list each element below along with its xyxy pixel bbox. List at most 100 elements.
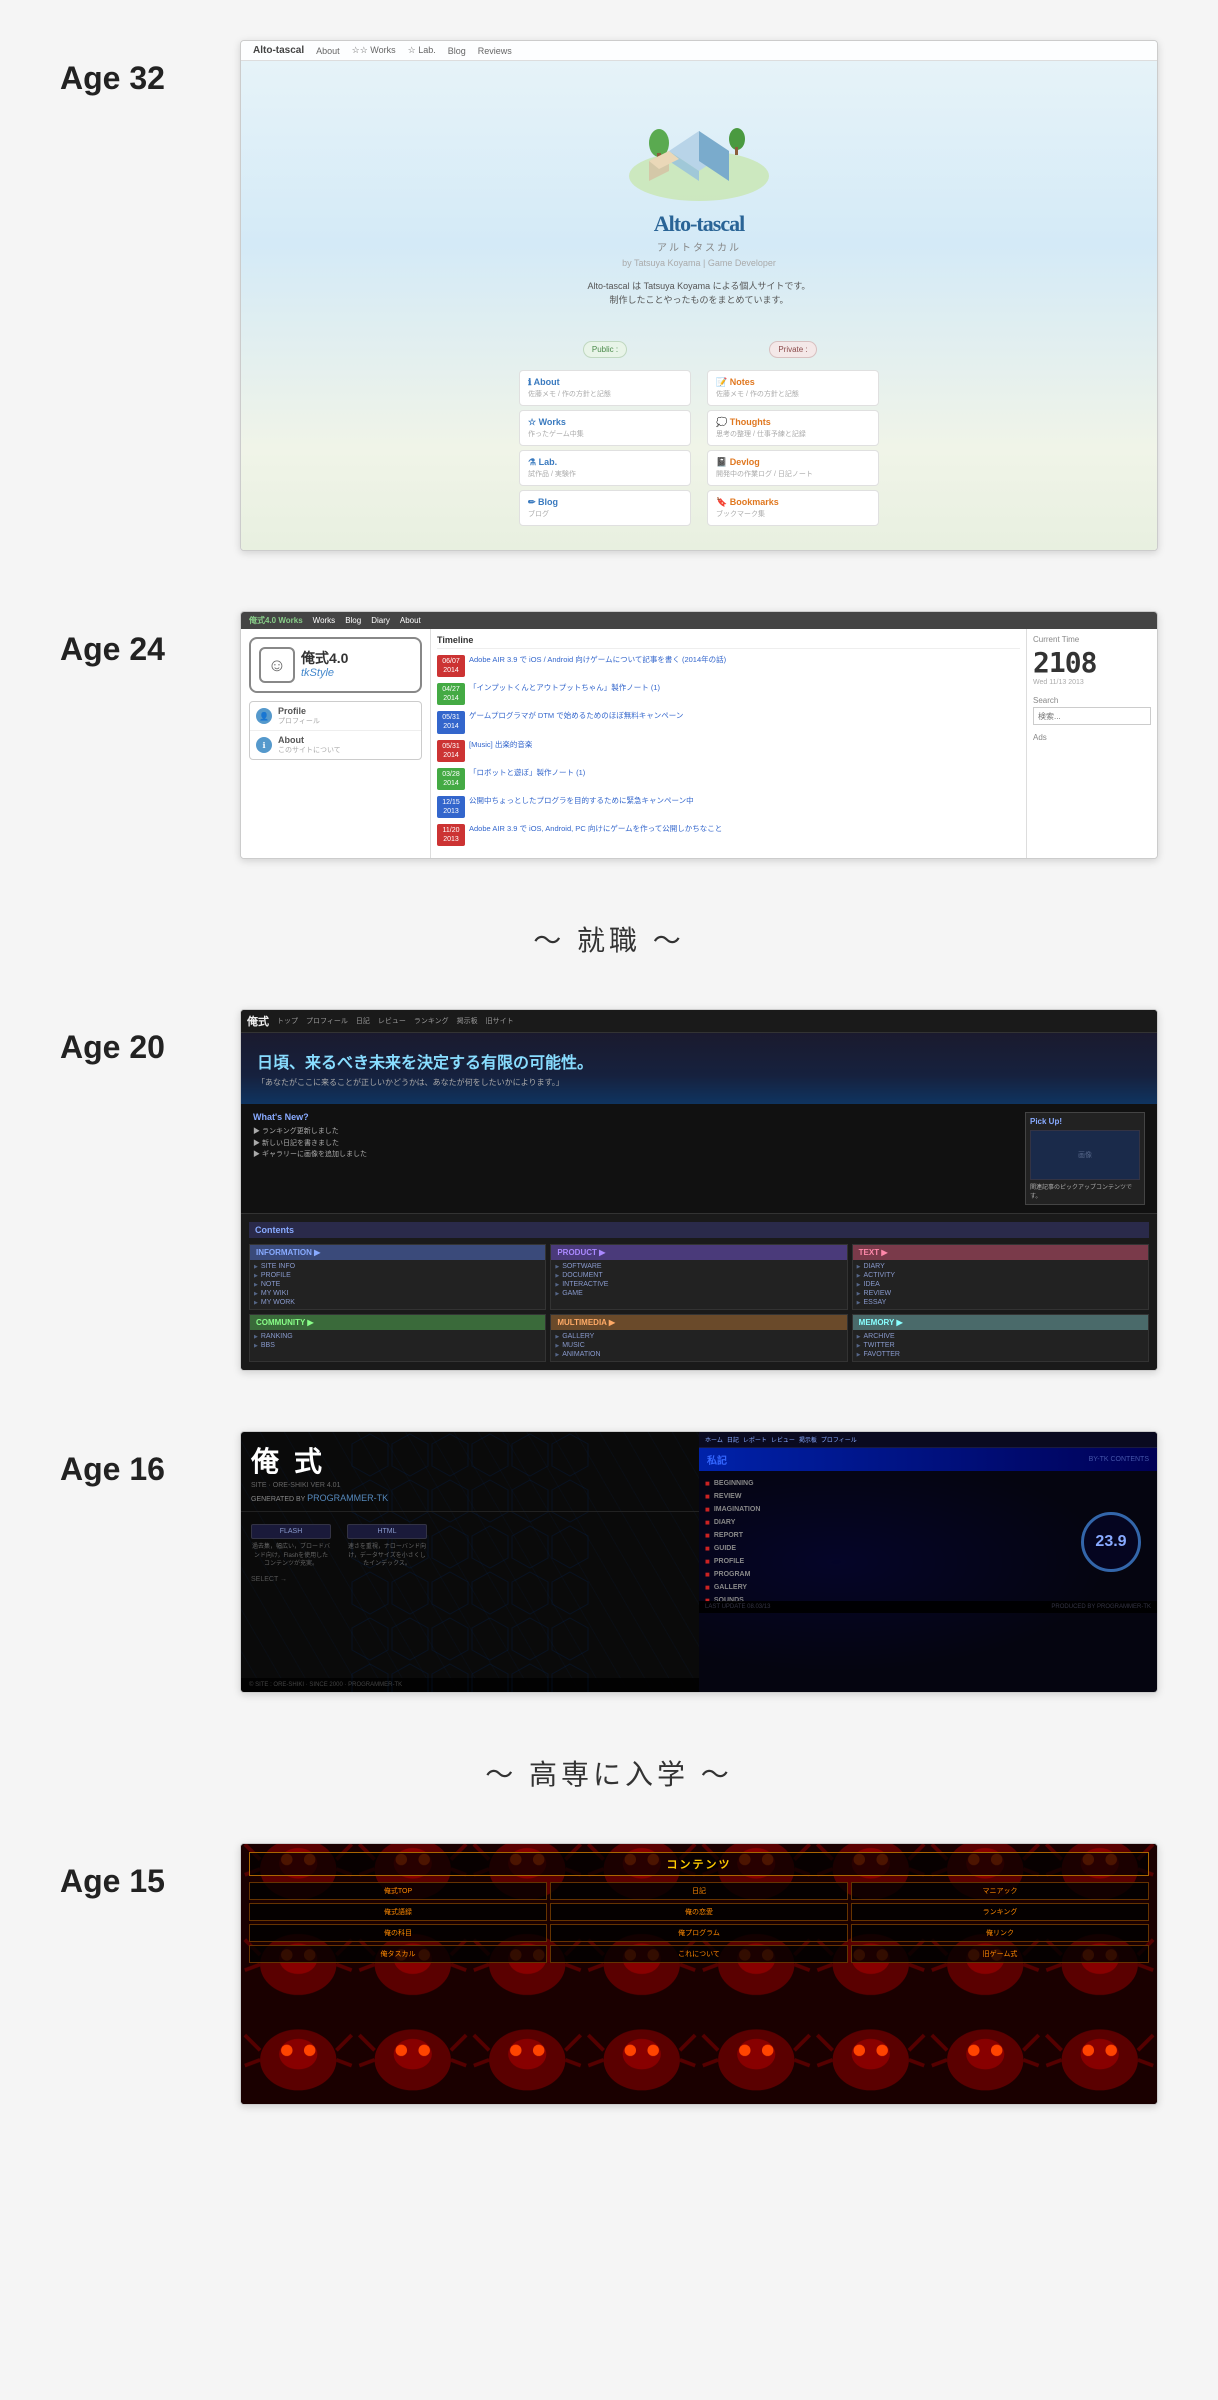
- at-nav-reviews[interactable]: Reviews: [478, 46, 512, 56]
- age20-screenshot: 俺式 トップ プロフィール 日記 レビュー ランキング 掲示板 旧サイト 日頃、…: [240, 1009, 1158, 1371]
- ore15-item-about[interactable]: これについて: [550, 1945, 848, 1963]
- ore20-info-work[interactable]: MY WORK: [254, 1298, 541, 1307]
- ore20-community-bbs[interactable]: BBS: [254, 1341, 541, 1350]
- ore4-search-label: Search: [1033, 696, 1151, 705]
- ore16-mode-buttons: FLASH 過去集，幅広い，ブロードバンド向け，Flashを使用したコンテンツが…: [251, 1524, 689, 1568]
- ore20-product-interactive[interactable]: INTERACTIVE: [555, 1280, 842, 1289]
- ore20-memory-favotter[interactable]: FAVOTTER: [857, 1350, 1144, 1359]
- at-nav-blog[interactable]: Blog: [448, 46, 466, 56]
- ore4-nav-diary[interactable]: Diary: [371, 616, 390, 625]
- ore20-nav-profile[interactable]: プロフィール: [306, 1016, 348, 1026]
- ore20-info-profile[interactable]: PROFILE: [254, 1271, 541, 1280]
- ore16-menu-beginning[interactable]: ■ BEGINNING: [705, 1477, 1071, 1490]
- ore20-memory-archive[interactable]: ARCHIVE: [857, 1332, 1144, 1341]
- ore15-item-tascal-text: 俺タスカル: [253, 1949, 543, 1959]
- at-nav-about[interactable]: About: [316, 46, 340, 56]
- ore16-rn-bbs[interactable]: 掲示板: [799, 1435, 817, 1444]
- at-nav-works[interactable]: ☆☆ Works: [352, 45, 396, 56]
- ore20-nav-ranking[interactable]: ランキング: [414, 1016, 449, 1026]
- ore16-menu-imagination[interactable]: ■ IMAGINATION: [705, 1503, 1071, 1516]
- ore15-item-program[interactable]: 俺プログラム: [550, 1924, 848, 1942]
- ore20-info-wiki[interactable]: MY WIKI: [254, 1289, 541, 1298]
- ore16-menu-program[interactable]: ■ PROGRAM: [705, 1568, 1071, 1581]
- at-lab-item[interactable]: ⚗ Lab. 試作品 / 実験作: [519, 450, 691, 486]
- ore20-community-ranking[interactable]: RANKING: [254, 1332, 541, 1341]
- age32-screenshot: Alto-tascal About ☆☆ Works ☆ Lab. Blog R…: [240, 40, 1158, 551]
- ore16-html-btn[interactable]: HTML: [347, 1524, 427, 1539]
- ore20-product-game[interactable]: GAME: [555, 1289, 842, 1298]
- ore4-search-input[interactable]: [1033, 707, 1151, 725]
- ore4-nav-blog[interactable]: Blog: [345, 616, 361, 625]
- ore15-item-goroku[interactable]: 俺式語録: [249, 1903, 547, 1921]
- ore16-rn-home[interactable]: ホーム: [705, 1435, 723, 1444]
- ore20-nav: 俺式 トップ プロフィール 日記 レビュー ランキング 掲示板 旧サイト: [241, 1010, 1157, 1033]
- ore15-item-renai[interactable]: 俺の恋愛: [550, 1903, 848, 1921]
- at-about-item[interactable]: ℹ About 佐藤メモ / 作の方針と記態: [519, 370, 691, 406]
- ore20-multimedia-header: MULTIMEDIA ▶: [551, 1315, 846, 1330]
- ore20-nav-diary[interactable]: 日記: [356, 1016, 370, 1026]
- ore20-multimedia-animation[interactable]: ANIMATION: [555, 1350, 842, 1359]
- ore20-nav-top[interactable]: トップ: [277, 1016, 298, 1026]
- at-bookmarks-item[interactable]: 🔖 Bookmarks ブックマーク集: [707, 490, 879, 526]
- ore20-text-diary[interactable]: DIARY: [857, 1262, 1144, 1271]
- at-blog-item[interactable]: ✏ Blog ブログ: [519, 490, 691, 526]
- ore20-nav-review[interactable]: レビュー: [378, 1016, 406, 1026]
- ore20-site: 俺式 トップ プロフィール 日記 レビュー ランキング 掲示板 旧サイト 日頃、…: [241, 1010, 1157, 1370]
- ore20-text-review[interactable]: REVIEW: [857, 1289, 1144, 1298]
- ore20-community-section: COMMUNITY ▶ RANKING BBS: [249, 1314, 546, 1362]
- ore20-text-idea[interactable]: IDEA: [857, 1280, 1144, 1289]
- ore20-text-essay[interactable]: ESSAY: [857, 1298, 1144, 1307]
- ore20-product-software[interactable]: SOFTWARE: [555, 1262, 842, 1271]
- at-devlog-item[interactable]: 📓 Devlog 開発中の作業ログ / 日記ノート: [707, 450, 879, 486]
- ore20-nav-bbs[interactable]: 掲示板: [457, 1016, 478, 1026]
- ore16-menu-review[interactable]: ■ REVIEW: [705, 1490, 1071, 1503]
- ore15-item-tascal[interactable]: 俺タスカル: [249, 1945, 547, 1963]
- ore4-nav-works[interactable]: Works: [313, 616, 336, 625]
- ore20-product-document[interactable]: DOCUMENT: [555, 1271, 842, 1280]
- ore4-profile-row[interactable]: 👤 Profile プロフィール: [250, 702, 421, 731]
- ore15-item-maniac[interactable]: マニアック: [851, 1882, 1149, 1900]
- ore20-text-activity[interactable]: ACTIVITY: [857, 1271, 1144, 1280]
- ore15-item-diary[interactable]: 日記: [550, 1882, 848, 1900]
- ore16-menu-gallery[interactable]: ■ GALLERY: [705, 1581, 1071, 1594]
- at-thoughts-item[interactable]: 💭 Thoughts 思考の整理 / 仕事予練と記録: [707, 410, 879, 446]
- ore4-ct-label: Current Time: [1033, 635, 1151, 644]
- ore16-produced-by: PRODUCED BY PROGRAMMER-TK: [1051, 1604, 1151, 1610]
- ore15-item-top[interactable]: 俺式TOP: [249, 1882, 547, 1900]
- ore15-item-link[interactable]: 俺リンク: [851, 1924, 1149, 1942]
- ore16-rn-profile[interactable]: プロフィール: [821, 1435, 857, 1444]
- ore16-rn-diary[interactable]: 日記: [727, 1435, 739, 1444]
- ore20-info-siteinfo[interactable]: SITE INFO: [254, 1262, 541, 1271]
- ore16-menu-report[interactable]: ■ REPORT: [705, 1529, 1071, 1542]
- at-iso-scene: [619, 91, 779, 211]
- ore20-info-note[interactable]: NOTE: [254, 1280, 541, 1289]
- at-notes-item[interactable]: 📝 Notes 佐藤メモ / 作の方針と記態: [707, 370, 879, 406]
- ore4-tl-date-3: 05/312014: [437, 740, 465, 762]
- at-devlog-desc: 開発中の作業ログ / 日記ノート: [716, 469, 870, 479]
- age16-screenshot: 俺 式 SITE · ORE-SHIKI VER 4.01 GENERATED …: [240, 1431, 1158, 1693]
- ore20-multimedia-music[interactable]: MUSIC: [555, 1341, 842, 1350]
- ore4-nav-about[interactable]: About: [400, 616, 421, 625]
- ore15-item-ranking[interactable]: ランキング: [851, 1903, 1149, 1921]
- at-works-item[interactable]: ☆ Works 作ったゲーム中集: [519, 410, 691, 446]
- ore15-item-kamoku[interactable]: 俺の科目: [249, 1924, 547, 1942]
- at-title: Alto-tascal: [261, 211, 1137, 237]
- ore15-item-old[interactable]: 旧ゲーム式: [851, 1945, 1149, 1963]
- ore16-rn-review[interactable]: レビュー: [771, 1435, 795, 1444]
- ore16-menu-diary[interactable]: ■ DIARY: [705, 1516, 1071, 1529]
- ore16-rn-report[interactable]: レポート: [743, 1435, 767, 1444]
- ore16-menu-profile[interactable]: ■ PROFILE: [705, 1555, 1071, 1568]
- at-nav-lab[interactable]: ☆ Lab.: [408, 45, 436, 56]
- ore20-memory-twitter[interactable]: TWITTER: [857, 1341, 1144, 1350]
- ore4-tl-item-2: 05/312014 ゲームプログラマが DTM で始めるためのほぼ無料キャンペー…: [437, 711, 1020, 733]
- ore16-flash-btn[interactable]: FLASH: [251, 1524, 331, 1539]
- ore20-nav-old[interactable]: 旧サイト: [486, 1016, 514, 1026]
- ore16-circle-meter: 23.9: [1081, 1512, 1141, 1572]
- ore20-multimedia-gallery[interactable]: GALLERY: [555, 1332, 842, 1341]
- age15-screenshot: コンテンツ 俺式TOP 日記 マニアック 俺式語録: [240, 1843, 1158, 2105]
- at-nav: Alto-tascal About ☆☆ Works ☆ Lab. Blog R…: [241, 41, 1157, 61]
- ore4-about-row[interactable]: ℹ About このサイトについて: [250, 731, 421, 759]
- ore16-menu-guide[interactable]: ■ GUIDE: [705, 1542, 1071, 1555]
- ore4-tl-text-0: Adobe AIR 3.9 で iOS / Android 向けゲームについて記…: [469, 655, 726, 677]
- age16-container: 俺 式 SITE · ORE-SHIKI VER 4.01 GENERATED …: [241, 1432, 1157, 1692]
